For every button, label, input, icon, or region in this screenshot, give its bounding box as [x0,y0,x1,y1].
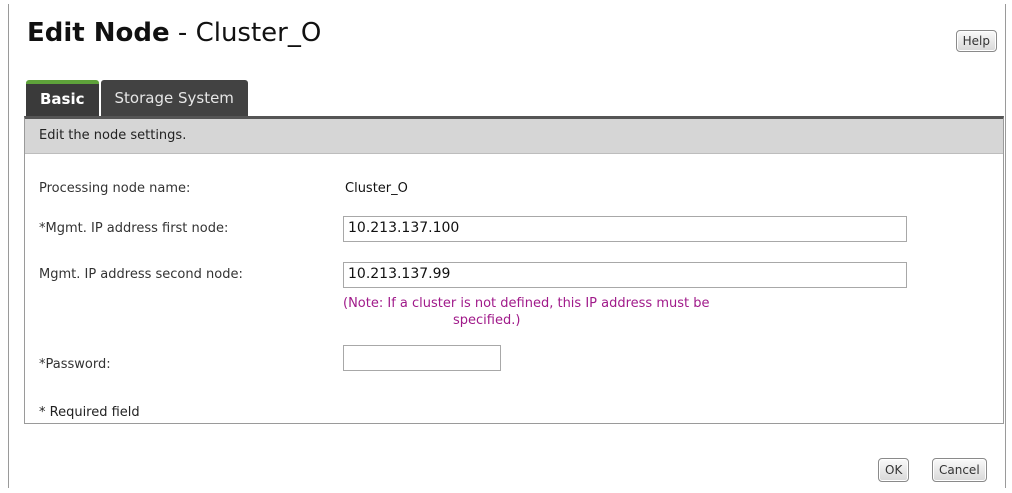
title-separator: - [169,18,196,48]
ip-first-label: *Mgmt. IP address first node: [39,221,229,236]
password-label: *Password: [39,357,111,372]
required-field-note: * Required field [39,405,140,420]
password-input[interactable] [343,345,501,371]
help-button[interactable]: Help [955,30,997,52]
ip-first-node-input[interactable]: 10.213.137.100 [343,216,907,242]
ip-second-label: Mgmt. IP address second node: [39,267,243,282]
node-name-label: Processing node name: [39,181,191,196]
ok-button[interactable]: OK [878,458,910,482]
tab-storage-system[interactable]: Storage System [100,80,248,116]
ip-second-node-input[interactable]: 10.213.137.99 [343,262,907,288]
settings-panel: Edit the node settings. Processing node … [24,116,1004,424]
note-line-2: specified.) [453,313,521,328]
node-name-value: Cluster_O [345,181,408,196]
note-line-1: (Note: If a cluster is not defined, this… [343,296,710,311]
ip-note: (Note: If a cluster is not defined, this… [343,295,903,329]
cancel-button[interactable]: Cancel [932,458,987,482]
title-action: Edit Node [27,18,170,48]
title-node-name: Cluster_O [195,18,322,48]
tab-basic[interactable]: Basic [26,80,99,116]
tab-bar: Basic Storage System [26,78,250,116]
dialog-title: Edit Node - Cluster_O [27,18,1005,58]
node-name-row: Processing node name: Cluster_O [39,181,408,196]
panel-header: Edit the node settings. [25,119,1003,154]
